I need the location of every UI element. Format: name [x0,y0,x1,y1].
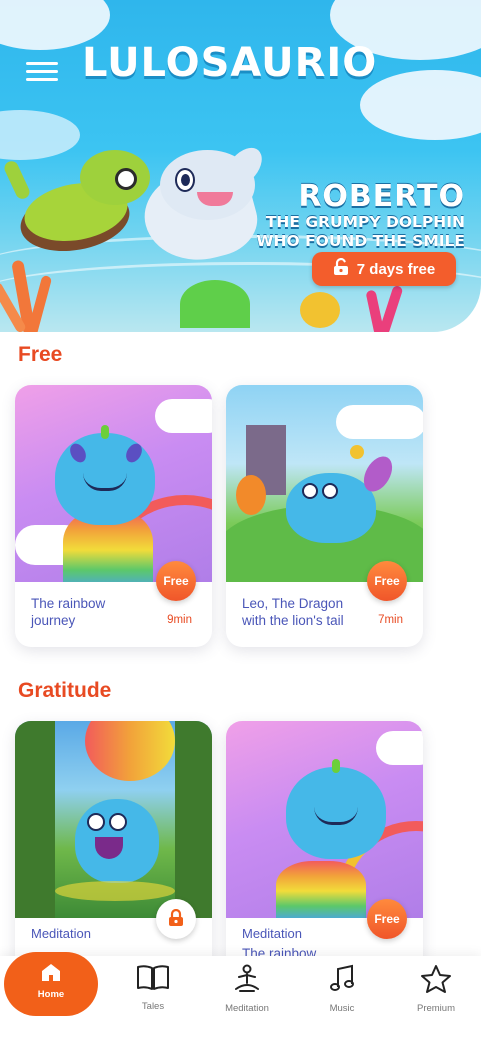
lock-icon [168,908,184,930]
nav-label: Premium [416,1003,455,1014]
story-title: Leo, The Dragon with the lion's tail [242,596,344,628]
card-category: Meditation [31,926,91,941]
nav-item-premium[interactable]: Premium [396,964,476,1024]
free-badge: Free [156,561,196,601]
meditation-card[interactable]: Meditation The rainbow Free [226,721,423,983]
story-thumbnail [15,385,212,582]
story-card[interactable]: Leo, The Dragon with the lion's tail 7mi… [226,385,423,647]
nav-item-meditation[interactable]: Meditation [207,964,287,1024]
nav-item-tales[interactable]: Tales [113,964,193,1024]
home-icon [4,952,98,987]
free-badge: Free [367,899,407,939]
nav-label: Home [37,989,65,1000]
free-trial-label: 7 days free [356,260,436,278]
bottom-navigation: Home Tales Meditation Music Premium [0,952,481,1046]
nav-item-music[interactable]: Music [302,964,382,1024]
meditation-thumbnail [226,721,423,918]
meditation-thumbnail [15,721,212,918]
story-thumbnail [226,385,423,582]
hero-title: ROBERTO THE GRUMPY DOLPHIN WHO FOUND THE… [256,182,465,249]
meditation-card[interactable]: Meditation [15,721,212,983]
music-note-icon [302,964,382,999]
coral-illustration [360,284,420,332]
app-logo: LULOSAURIO [82,40,378,86]
story-title: The rainbow journey [31,596,106,628]
meditation-icon [207,964,287,999]
menu-button[interactable] [26,62,58,82]
hero-title-line: THE GRUMPY DOLPHIN [265,213,465,231]
hero-banner[interactable]: LULOSAURIO ROBERTO THE GRUMPY DOLPHIN WH… [0,0,481,332]
nav-item-home[interactable]: Home [4,952,98,1016]
seaweed-illustration [180,280,250,328]
unlock-icon [333,257,349,280]
section-title-gratitude: Gratitude [18,679,112,702]
shell-illustration [300,292,340,328]
cloud-decoration [360,70,481,140]
nav-label: Meditation [225,1003,269,1014]
turtle-illustration [2,150,150,260]
coral-illustration [0,250,70,332]
dolphin-illustration [125,140,275,273]
card-category: Meditation [242,926,302,941]
nav-label: Music [329,1003,355,1014]
hero-title-line: WHO FOUND THE SMILE [256,231,465,250]
lock-badge [156,899,196,939]
story-duration: 9min [167,614,192,626]
story-card[interactable]: The rainbow journey 9min Free [15,385,212,647]
star-icon [396,964,476,999]
book-icon [113,964,193,997]
nav-label: Tales [141,1001,165,1012]
hero-title-name: ROBERTO [298,179,465,214]
free-badge: Free [367,561,407,601]
story-duration: 7min [378,614,403,626]
section-title-free: Free [18,343,63,366]
free-trial-button[interactable]: 7 days free [312,252,456,286]
